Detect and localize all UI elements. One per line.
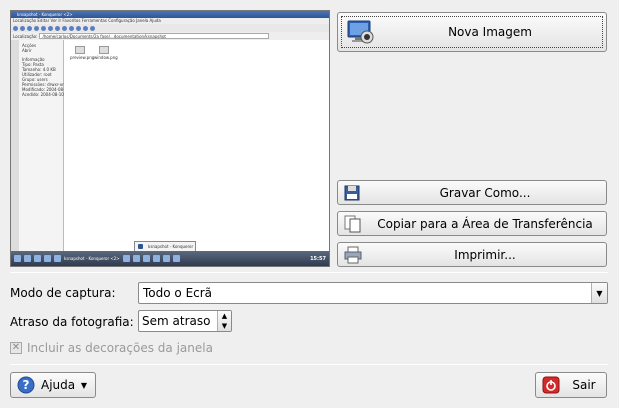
- chevron-down-icon: ▼: [80, 380, 87, 390]
- capture-mode-label: Modo de captura:: [10, 286, 116, 300]
- window-decorations-label: Incluir as decorações da janela: [27, 341, 213, 355]
- copy-to-clipboard-label: Copiar para a Área de Transferência: [377, 216, 593, 231]
- preview-tab: ksnapshot - Konqueror: [134, 241, 196, 251]
- preview-panel-line: Acedido: 2004-08-10 17:27: [22, 92, 77, 97]
- chevron-down-icon[interactable]: ▼: [591, 283, 607, 303]
- delay-spinbox[interactable]: Sem atraso ▲ ▼: [138, 310, 232, 332]
- new-image-button[interactable]: Nova Imagem: [337, 12, 607, 52]
- spin-down-icon[interactable]: ▼: [218, 321, 231, 331]
- checkbox-x-icon: ✕: [10, 342, 22, 354]
- floppy-disk-icon: [344, 183, 364, 203]
- preview-location-bar: Localização: /home/carlos/Documents/2a f…: [11, 32, 329, 40]
- delay-value: Sem atraso: [142, 314, 211, 328]
- print-button[interactable]: Imprimir...: [337, 242, 607, 267]
- preview-file-item: window.png: [94, 46, 118, 60]
- preview-taskbar: ksnapshot - Konqueror <2> 15:57: [11, 251, 329, 266]
- question-icon: ?: [17, 375, 37, 395]
- window-decorations-checkbox[interactable]: ✕ Incluir as decorações da janela: [10, 341, 213, 355]
- preview-file-view: preview.png window.png ksnapshot - Konqu…: [64, 40, 329, 251]
- preview-task: ksnapshot - Konqueror <2>: [64, 256, 120, 261]
- printer-icon: [344, 245, 364, 265]
- new-image-label: Nova Imagem: [448, 25, 532, 39]
- preview-sidebar-strip: [11, 40, 19, 251]
- preview-panel-line: Abrir: [22, 48, 32, 53]
- print-label: Imprimir...: [454, 247, 516, 262]
- copy-to-clipboard-button[interactable]: Copiar para a Área de Transferência: [337, 211, 607, 236]
- monitor-camera-icon: [346, 18, 374, 46]
- help-label: Ajuda: [41, 378, 76, 392]
- preview-info-panel: Acções Abrir Informação Tipo: Pasta Tama…: [19, 40, 82, 251]
- separator: [10, 272, 608, 273]
- preview-toolbar: [11, 24, 329, 32]
- quit-label: Sair: [572, 378, 596, 392]
- capture-mode-value: Todo o Ecrã: [143, 286, 213, 300]
- save-as-label: Gravar Como...: [439, 185, 531, 200]
- help-button[interactable]: ? Ajuda ▼: [10, 372, 96, 398]
- preview-window-title: knsapshot - Konqueror <2>: [11, 11, 329, 18]
- preview-location-field: /home/carlos/Documents/2a fase/...docume…: [39, 33, 270, 39]
- capture-mode-select[interactable]: Todo o Ecrã ▼: [138, 282, 608, 304]
- screenshot-preview: knsapshot - Konqueror <2> Localização Ed…: [10, 10, 330, 267]
- preview-location-label: Localização:: [13, 33, 38, 39]
- power-exit-icon: [542, 375, 562, 395]
- quit-button[interactable]: Sair: [535, 372, 607, 398]
- svg-text:?: ?: [23, 378, 30, 392]
- separator: [10, 364, 608, 365]
- spin-up-icon[interactable]: ▲: [218, 311, 231, 321]
- save-as-button[interactable]: Gravar Como...: [337, 180, 607, 205]
- copy-document-icon: [344, 214, 364, 234]
- delay-label: Atraso da fotografia:: [10, 315, 134, 329]
- preview-file-item: preview.png: [70, 46, 94, 60]
- preview-clock: 15:57: [310, 255, 326, 262]
